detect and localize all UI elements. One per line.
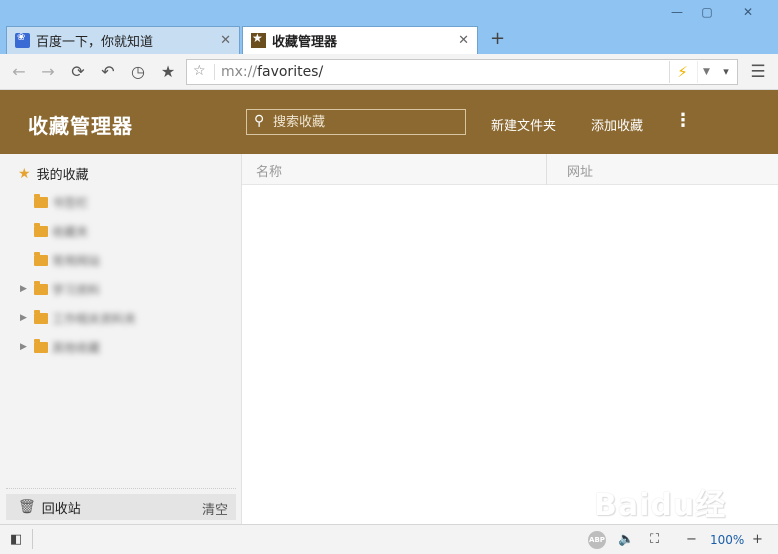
chevron-down-icon[interactable]: ▾ bbox=[716, 62, 736, 82]
favorites-list: 名称 网址 bbox=[242, 154, 778, 524]
folder-icon bbox=[34, 193, 48, 208]
title-bar: — ▢ ✕ bbox=[0, 0, 778, 26]
expand-arrow-icon[interactable]: ▶ bbox=[20, 342, 34, 352]
expand-arrow-icon[interactable]: ▶ bbox=[20, 284, 34, 294]
tab-label: 百度一下，你就知道 bbox=[36, 35, 154, 50]
tree-root-label: 我的收藏 bbox=[36, 168, 89, 183]
folder-icon bbox=[34, 251, 48, 266]
folder-label: 书签栏 bbox=[52, 195, 89, 210]
close-window-button[interactable]: ✕ bbox=[728, 3, 768, 21]
sidebar-divider bbox=[6, 488, 236, 489]
url-host: favorites/ bbox=[257, 64, 324, 80]
speed-mode-bolt-icon[interactable]: ⚡ bbox=[669, 61, 695, 83]
url-scheme: mx:// bbox=[221, 64, 258, 80]
adblock-icon[interactable]: ABP bbox=[588, 531, 606, 549]
folder-label: 其他收藏 bbox=[52, 340, 101, 355]
baidu-icon bbox=[15, 32, 30, 48]
back-arrow-icon[interactable]: ← bbox=[9, 62, 29, 82]
recycle-bin[interactable]: 🗑 回收站 清空 bbox=[6, 494, 236, 520]
folder-item[interactable]: ▶ 其他收藏 bbox=[20, 337, 100, 357]
folder-label: 收藏夹 bbox=[52, 224, 89, 239]
status-bar: ◧ ABP 🔈 ⛶ − 100% + bbox=[0, 524, 778, 554]
trash-icon: 🗑 bbox=[18, 499, 36, 515]
sidebar-toggle-icon[interactable]: ◧ bbox=[10, 531, 22, 549]
search-box[interactable]: ⚲ bbox=[246, 109, 466, 135]
folder-sidebar: ★ 我的收藏 书签栏 收藏夹 常用网站 ▶ 学习资料 ▶ 工作相关资料夹 ▶ 其… bbox=[0, 154, 242, 524]
fullscreen-icon[interactable]: ⛶ bbox=[650, 531, 659, 549]
favorites-header: 收藏管理器 ⚲ 新建文件夹 添加收藏 ⋮ bbox=[0, 90, 778, 154]
folder-item[interactable]: 常用网站 bbox=[20, 250, 100, 270]
new-tab-button[interactable]: + bbox=[490, 28, 505, 49]
reload-icon[interactable]: ⟳ bbox=[68, 62, 88, 82]
tab-close-icon[interactable]: ✕ bbox=[220, 33, 231, 48]
folder-item[interactable]: 书签栏 bbox=[20, 192, 88, 212]
folder-item[interactable]: 收藏夹 bbox=[20, 221, 88, 241]
tree-root-my-favorites[interactable]: ★ 我的收藏 bbox=[18, 164, 89, 184]
folder-label: 学习资料 bbox=[52, 282, 101, 297]
zoom-out-button[interactable]: − bbox=[686, 531, 697, 549]
tab-baidu[interactable]: 百度一下，你就知道 ✕ bbox=[6, 26, 240, 54]
folder-icon bbox=[34, 280, 48, 295]
new-folder-button[interactable]: 新建文件夹 bbox=[491, 115, 556, 134]
folder-item[interactable]: ▶ 工作相关资料夹 bbox=[20, 308, 136, 328]
column-header-url[interactable]: 网址 bbox=[567, 161, 593, 180]
status-divider bbox=[32, 529, 33, 549]
tab-favorites-manager[interactable]: 收藏管理器 ✕ bbox=[242, 26, 478, 54]
folder-icon bbox=[34, 309, 48, 324]
zoom-in-button[interactable]: + bbox=[752, 531, 763, 549]
folder-item[interactable]: ▶ 学习资料 bbox=[20, 279, 100, 299]
search-input[interactable] bbox=[273, 113, 459, 131]
column-header-name[interactable]: 名称 bbox=[256, 161, 282, 180]
sound-icon[interactable]: 🔈 bbox=[618, 531, 634, 549]
menu-icon[interactable]: ☰ bbox=[748, 62, 768, 82]
tab-close-icon[interactable]: ✕ bbox=[458, 33, 469, 48]
zoom-level[interactable]: 100% bbox=[710, 531, 744, 549]
empty-recycle-bin-button[interactable]: 清空 bbox=[202, 499, 228, 518]
folder-icon bbox=[34, 338, 48, 353]
folder-label: 工作相关资料夹 bbox=[52, 311, 137, 326]
address-divider bbox=[214, 64, 215, 80]
search-icon: ⚲ bbox=[254, 113, 265, 129]
undo-close-icon[interactable]: ↶ bbox=[98, 62, 118, 82]
add-favorite-button[interactable]: 添加收藏 bbox=[591, 115, 643, 134]
tab-strip: 百度一下，你就知道 ✕ 收藏管理器 ✕ + bbox=[0, 26, 778, 54]
favorites-star-button-icon[interactable]: ★ bbox=[158, 62, 178, 82]
forward-arrow-icon[interactable]: → bbox=[38, 62, 58, 82]
address-bar[interactable]: ☆ mx://favorites/ ⚡ ▼ bbox=[186, 59, 738, 85]
history-clock-icon[interactable]: ◷ bbox=[128, 62, 148, 82]
maximize-button[interactable]: ▢ bbox=[694, 3, 720, 21]
minimize-button[interactable]: — bbox=[664, 3, 690, 21]
tab-label: 收藏管理器 bbox=[272, 35, 338, 50]
more-options-icon[interactable]: ⋮ bbox=[674, 110, 692, 131]
expand-arrow-icon[interactable]: ▶ bbox=[20, 313, 34, 323]
favorites-star-icon bbox=[251, 31, 266, 48]
address-dropdown-icon[interactable]: ▼ bbox=[697, 61, 715, 83]
navigation-bar: ← → ⟳ ↶ ◷ ★ ☆ mx://favorites/ ⚡ ▼ ▾ ☰ bbox=[0, 54, 778, 90]
bookmark-star-icon[interactable]: ☆ bbox=[193, 63, 206, 79]
star-icon: ★ bbox=[18, 165, 31, 182]
folder-label: 常用网站 bbox=[52, 253, 101, 268]
table-header: 名称 网址 bbox=[242, 154, 778, 185]
url-text[interactable]: mx://favorites/ bbox=[221, 64, 323, 80]
folder-icon bbox=[34, 222, 48, 237]
page-title: 收藏管理器 bbox=[28, 114, 133, 138]
recycle-bin-label: 回收站 bbox=[41, 501, 81, 517]
column-divider[interactable] bbox=[546, 154, 547, 185]
